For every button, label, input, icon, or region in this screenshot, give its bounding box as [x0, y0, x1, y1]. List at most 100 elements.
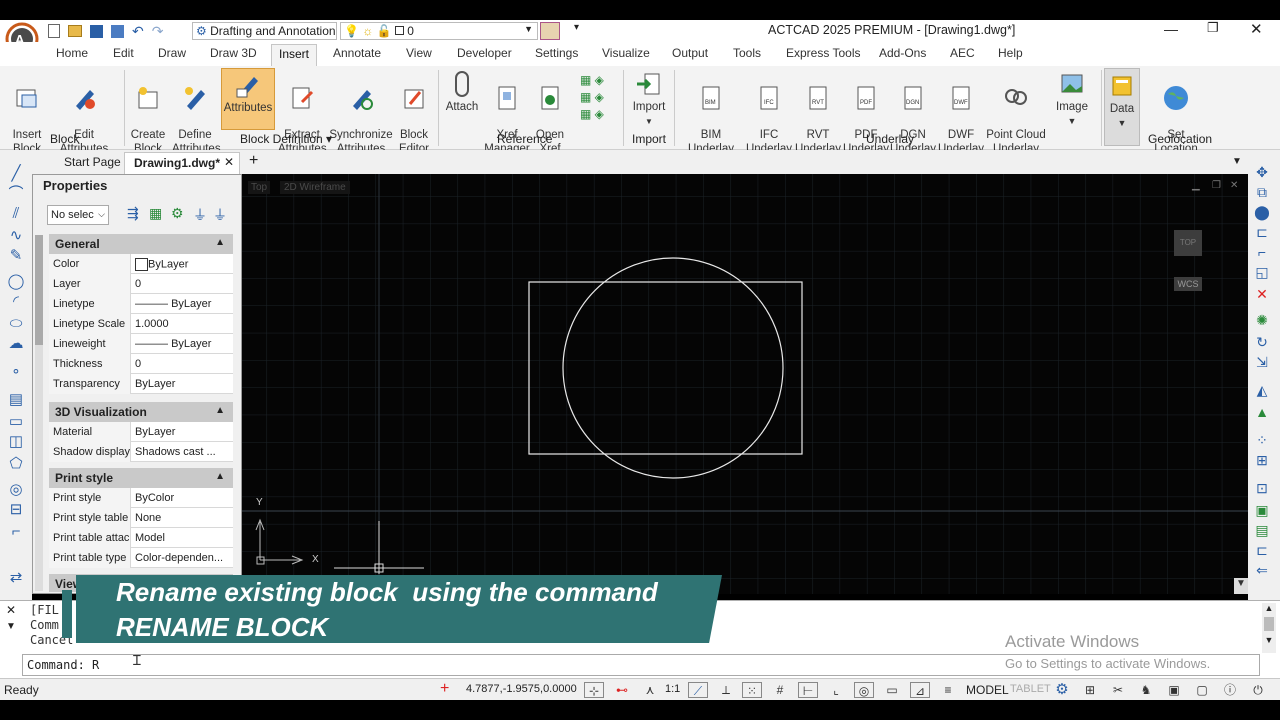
prop-transparency[interactable]: Transparency ByLayer	[49, 374, 233, 394]
circle-icon[interactable]: ◯	[6, 272, 26, 292]
tab-insert[interactable]: Insert	[271, 44, 318, 66]
snap-icon[interactable]: ⊹	[584, 682, 604, 698]
viewport-close-icon[interactable]: ✕	[1230, 180, 1238, 191]
new-file-icon[interactable]	[48, 24, 60, 38]
move-icon[interactable]: ✥	[1252, 162, 1272, 182]
grid-icon[interactable]: #	[770, 682, 790, 698]
workspace-switch-icon[interactable]: ▣	[1164, 682, 1184, 698]
prop-linetype-scale[interactable]: Linetype Scale 1.0000	[49, 314, 233, 334]
tab-output[interactable]: Output	[672, 46, 708, 60]
undo-icon[interactable]: ↶	[132, 23, 144, 40]
explode-icon[interactable]: ✺	[1252, 310, 1272, 330]
tab-edit[interactable]: Edit	[113, 46, 134, 60]
section-print-style[interactable]: Print style ▲	[49, 468, 233, 488]
join-icon[interactable]: ▤	[1252, 520, 1272, 540]
new-tab-icon[interactable]: +	[249, 152, 258, 170]
power-icon[interactable]: ⏻	[1248, 682, 1268, 698]
clean-screen-icon[interactable]: ▢	[1192, 682, 1212, 698]
tab-draw[interactable]: Draw	[158, 46, 186, 60]
lineweight-icon[interactable]: ⌞	[826, 682, 846, 698]
bim-underlay-button[interactable]: BIM BIM Underlay	[684, 70, 738, 156]
tab-list-icon[interactable]: ▼	[1232, 156, 1242, 167]
select-objects-icon[interactable]: ▦	[149, 205, 162, 222]
erase-icon[interactable]: ✕	[1252, 284, 1272, 304]
layer-manager-icon[interactable]	[540, 22, 560, 40]
tab-add-ons[interactable]: Add-Ons	[879, 46, 926, 60]
dwf-underlay-button[interactable]: DWF DWF Underlay	[938, 70, 984, 156]
dynamic-input-icon[interactable]: ⊢	[798, 682, 818, 698]
region-icon[interactable]: ◫	[6, 432, 26, 452]
hardware-acceleration-icon[interactable]: ♞	[1136, 682, 1156, 698]
ortho-icon[interactable]: ⊷	[612, 682, 632, 698]
qat-customize-icon[interactable]: ▾	[574, 22, 579, 33]
ifc-underlay-button[interactable]: IFC IFC Underlay	[744, 70, 794, 156]
tab-view[interactable]: View	[406, 46, 432, 60]
model-toggle[interactable]: MODEL	[966, 683, 1009, 697]
annotation-scale[interactable]: 1:1	[665, 683, 680, 695]
tab-settings[interactable]: Settings	[535, 46, 578, 60]
pencil-icon[interactable]: ✎	[6, 246, 26, 266]
reference-small-tools[interactable]: ▦ ◈ ▦ ◈ ▦ ◈	[580, 72, 620, 128]
filter-icon[interactable]: ⏚	[193, 205, 207, 225]
section-3d-visualization[interactable]: 3D Visualization ▲	[49, 402, 233, 422]
prop-print-style[interactable]: Print style ByColor	[49, 488, 233, 508]
hatch-icon[interactable]: ▤	[6, 390, 26, 410]
coordinates-readout[interactable]: 4.7877,-1.9575,0.0000	[466, 683, 577, 695]
tab-annotate[interactable]: Annotate	[333, 46, 381, 60]
close-icon[interactable]: ✕	[1250, 20, 1263, 38]
save-as-icon[interactable]	[111, 24, 124, 38]
prop-lineweight[interactable]: Lineweight ——— ByLayer	[49, 334, 233, 354]
offset-icon[interactable]: ⊏	[1252, 222, 1272, 242]
panel-scrollbar[interactable]	[35, 235, 43, 591]
ray-icon[interactable]: ⫽	[6, 204, 26, 224]
chamfer-icon[interactable]: ◱	[1252, 262, 1272, 282]
prop-layer[interactable]: Layer 0	[49, 274, 233, 294]
break-icon[interactable]: ⊞	[1252, 450, 1272, 470]
prop-color[interactable]: Color ByLayer	[49, 254, 233, 274]
tablet-toggle[interactable]: TABLET	[1010, 683, 1051, 695]
ucs-toggle-icon[interactable]: ◎	[854, 682, 874, 698]
quick-properties-icon[interactable]: ▭	[882, 682, 902, 698]
block-definition-group-label[interactable]: Block Definition ▾	[240, 132, 332, 146]
selection-dropdown[interactable]: No selec ⌵	[47, 205, 109, 225]
fillet-icon[interactable]: ⌐	[1252, 242, 1272, 262]
polyline-icon[interactable]: ⌒	[6, 184, 26, 204]
menu-lines-icon[interactable]: ≡	[938, 682, 958, 698]
align-icon[interactable]: ⇐	[1252, 560, 1272, 580]
redo-icon[interactable]: ↷	[152, 23, 164, 40]
spline-icon[interactable]: ∿	[6, 226, 26, 246]
tab-start-page[interactable]: Start Page	[64, 155, 121, 169]
wcs-label[interactable]: WCS	[1174, 277, 1202, 291]
workspace-dropdown[interactable]: ⚙ Drafting and Annotation	[192, 22, 337, 40]
line-icon[interactable]: ╱	[6, 164, 26, 184]
point-cloud-underlay-button[interactable]: Point Cloud Underlay	[984, 70, 1048, 156]
canvas-scrollbar-arrow[interactable]: ▼	[1234, 578, 1248, 594]
rvt-underlay-button[interactable]: RVT RVT Underlay	[794, 70, 842, 156]
array-icon[interactable]: ▲	[1252, 402, 1272, 422]
minimize-icon[interactable]: —	[1164, 21, 1178, 37]
drawing-canvas[interactable]: Top 2D Wireframe ▁ ❐ ✕ TOP WCS Y X ▼	[242, 174, 1248, 594]
annotation-monitor-icon[interactable]: ⊞	[1080, 682, 1100, 698]
wipeout-icon[interactable]: ⬠	[6, 454, 26, 474]
prop-shadow-display[interactable]: Shadow display Shadows cast ...	[49, 442, 233, 462]
ellipse-icon[interactable]: ⬭	[6, 314, 26, 334]
viewport-minimize-icon[interactable]: ▁	[1192, 180, 1200, 191]
donut-icon[interactable]: ◎	[6, 480, 26, 500]
prop-print-style-table[interactable]: Print style table None	[49, 508, 233, 528]
insert-icon[interactable]: ⇄	[6, 568, 26, 588]
section-general[interactable]: General ▲	[49, 234, 233, 254]
command-scrollbar[interactable]: ▲ ▼	[1262, 603, 1276, 653]
settings-gear-icon[interactable]: ⚙	[1052, 682, 1072, 698]
import-button[interactable]: Import ▼	[626, 70, 672, 129]
prop-material[interactable]: Material ByLayer	[49, 422, 233, 442]
data-button[interactable]: Data ▼	[1104, 68, 1140, 146]
tab-drawing1[interactable]: Drawing1.dwg* ✕	[124, 152, 240, 174]
mtext-icon[interactable]: ⌐	[6, 522, 26, 542]
viewcube-top[interactable]: TOP	[1174, 230, 1202, 256]
command-close-icon[interactable]: ✕	[6, 603, 16, 617]
prop-print-table-attached[interactable]: Print table attac... Model	[49, 528, 233, 548]
table-icon[interactable]: ⊟	[6, 500, 26, 520]
polar-tracking-icon[interactable]: ⟋	[688, 682, 708, 698]
tab-developer[interactable]: Developer	[457, 46, 512, 60]
prop-thickness[interactable]: Thickness 0	[49, 354, 233, 374]
